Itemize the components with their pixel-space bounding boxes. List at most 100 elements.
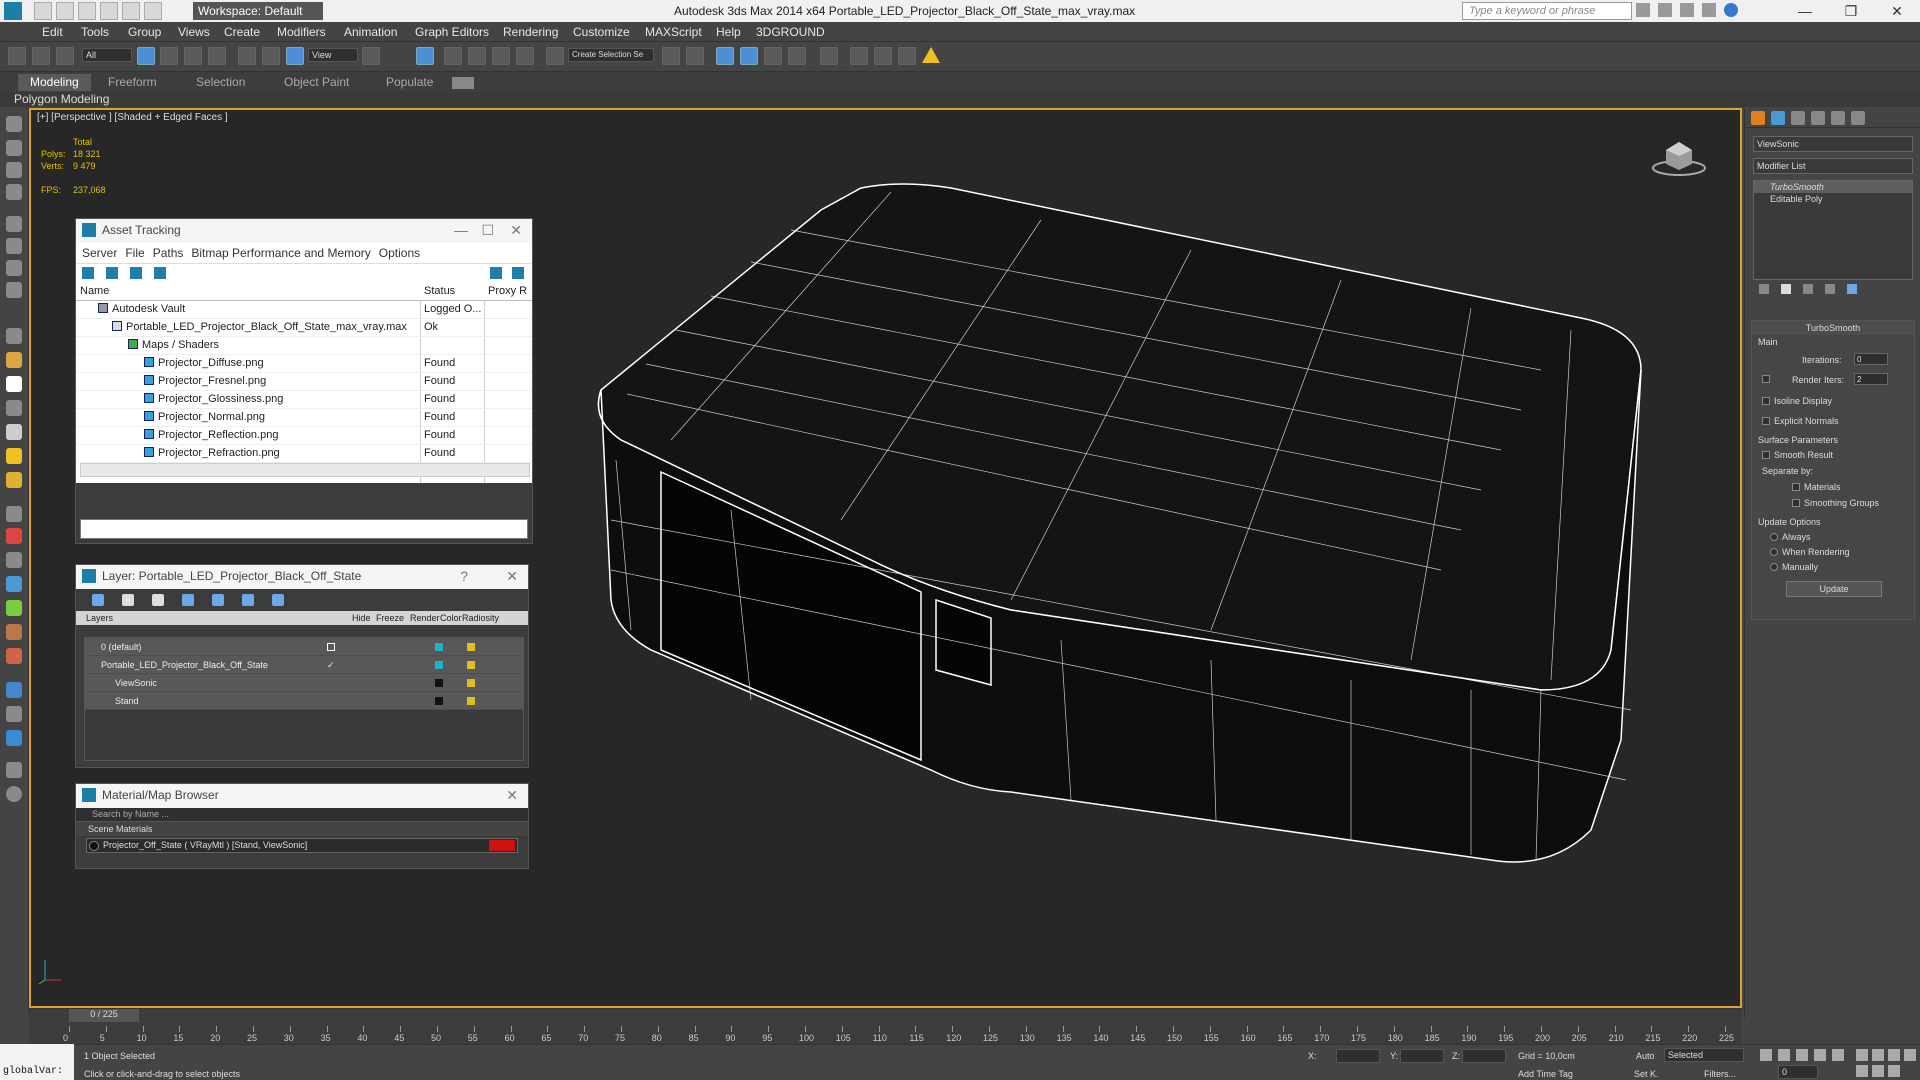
torus-icon[interactable] bbox=[6, 400, 22, 416]
project-folder-icon[interactable] bbox=[144, 2, 162, 20]
hierarchy-tab-icon[interactable] bbox=[1791, 111, 1805, 125]
help-icon[interactable] bbox=[1724, 3, 1738, 17]
table-view-icon[interactable] bbox=[130, 267, 142, 279]
layer-manager-icon[interactable] bbox=[740, 47, 758, 65]
menu-customize[interactable]: Customize bbox=[573, 25, 630, 39]
table-row[interactable]: Maps / Shaders bbox=[76, 337, 532, 355]
minimize-icon[interactable]: — bbox=[1782, 0, 1828, 22]
open-file-icon[interactable] bbox=[56, 2, 74, 20]
camera-icon[interactable] bbox=[6, 216, 22, 232]
compound-icon[interactable] bbox=[6, 552, 22, 568]
menu-server[interactable]: Server bbox=[82, 246, 117, 260]
scene-explorer-icon[interactable] bbox=[716, 47, 734, 65]
mirror-icon[interactable] bbox=[662, 47, 680, 65]
material-editor-icon[interactable] bbox=[820, 47, 838, 65]
motion-tab-icon[interactable] bbox=[1811, 111, 1825, 125]
make-unique-icon[interactable] bbox=[1803, 284, 1813, 294]
asset-tracking-titlebar[interactable]: Asset Tracking — ☐ ✕ bbox=[76, 219, 532, 243]
stack-item-turbosmooth[interactable]: TurboSmooth bbox=[1754, 181, 1912, 193]
layer-titlebar[interactable]: Layer: Portable_LED_Projector_Black_Off_… bbox=[76, 565, 528, 589]
freeze-all-icon[interactable] bbox=[272, 594, 284, 606]
render-iters-spinner[interactable]: 2 bbox=[1854, 373, 1888, 385]
window-crossing-icon[interactable] bbox=[208, 47, 226, 65]
settings-icon[interactable] bbox=[512, 267, 524, 279]
render-iters-checkbox[interactable] bbox=[1762, 375, 1770, 383]
configure-sets-icon[interactable] bbox=[1847, 284, 1857, 294]
menu-rendering[interactable]: Rendering bbox=[503, 25, 558, 39]
x-coordinate-field[interactable] bbox=[1336, 1049, 1380, 1063]
scene-materials-group[interactable]: Scene Materials bbox=[76, 822, 528, 836]
close-icon[interactable]: ✕ bbox=[1874, 0, 1920, 22]
track-bar[interactable]: 0 5 10 15 20 25 30 35 40 45 50 55 60 65 70 75 80 85 90 95 10… bbox=[29, 1022, 1742, 1044]
key-filter-dropdown[interactable]: Selected bbox=[1664, 1048, 1744, 1062]
table-row[interactable]: Projector_Diffuse.png Found bbox=[76, 355, 532, 373]
menu-file[interactable]: File bbox=[125, 246, 144, 260]
smooth-result-checkbox[interactable] bbox=[1762, 451, 1770, 459]
remove-modifier-icon[interactable] bbox=[1825, 284, 1835, 294]
render-setup-icon[interactable] bbox=[850, 47, 868, 65]
column-status[interactable]: Status bbox=[424, 283, 486, 300]
create-layer-icon[interactable] bbox=[92, 594, 104, 606]
render-production-icon[interactable] bbox=[898, 47, 916, 65]
close-icon[interactable]: ✕ bbox=[510, 222, 522, 239]
percent-snap-icon[interactable] bbox=[492, 47, 510, 65]
smoothing-groups-checkbox[interactable] bbox=[1792, 499, 1800, 507]
horizontal-scrollbar[interactable] bbox=[80, 463, 530, 477]
edit-named-sets-icon[interactable] bbox=[546, 47, 564, 65]
column-hide[interactable]: Hide bbox=[352, 613, 371, 623]
select-object-icon[interactable] bbox=[137, 47, 155, 65]
select-link-icon[interactable] bbox=[8, 47, 26, 65]
save-file-icon[interactable] bbox=[78, 2, 96, 20]
update-button[interactable]: Update bbox=[1786, 581, 1882, 597]
zoom-all-icon[interactable] bbox=[1872, 1049, 1884, 1061]
utilities-icon[interactable] bbox=[6, 786, 22, 802]
unlink-icon[interactable] bbox=[32, 47, 50, 65]
rollout-title[interactable]: TurboSmooth bbox=[1752, 321, 1914, 335]
maximize-icon[interactable]: ☐ bbox=[481, 222, 494, 239]
menu-bitmap-performance[interactable]: Bitmap Performance and Memory bbox=[191, 246, 370, 260]
isoline-checkbox[interactable] bbox=[1762, 397, 1770, 405]
column-proxy[interactable]: Proxy R bbox=[488, 283, 527, 300]
exchange-icon[interactable] bbox=[1680, 3, 1694, 17]
maximize-viewport-icon[interactable] bbox=[1888, 1065, 1900, 1077]
grid-view-icon[interactable] bbox=[154, 267, 166, 279]
rect-region-icon[interactable] bbox=[184, 47, 202, 65]
time-slider[interactable]: 0 / 225 bbox=[29, 1008, 1742, 1022]
y-coordinate-field[interactable] bbox=[1400, 1049, 1444, 1063]
brush-icon[interactable] bbox=[6, 260, 22, 276]
move-icon[interactable] bbox=[238, 47, 256, 65]
workspace-dropdown[interactable]: Workspace: Default bbox=[193, 2, 323, 20]
shape-icon[interactable] bbox=[6, 528, 22, 544]
materials-checkbox[interactable] bbox=[1792, 483, 1800, 491]
go-to-start-icon[interactable] bbox=[1760, 1049, 1772, 1061]
highlight-layer-icon[interactable] bbox=[212, 594, 224, 606]
refresh-icon[interactable] bbox=[82, 267, 94, 279]
tab-object-paint[interactable]: Object Paint bbox=[272, 74, 361, 91]
maxscript-listener[interactable]: globalVar: bbox=[0, 1044, 74, 1080]
foliage-icon[interactable] bbox=[6, 600, 22, 616]
hide-all-icon[interactable] bbox=[242, 594, 254, 606]
selection-filter-dropdown[interactable]: All bbox=[82, 48, 132, 62]
menu-options[interactable]: Options bbox=[379, 246, 420, 260]
material-item[interactable]: Projector_Off_State ( VRayMtl ) [Stand, … bbox=[86, 838, 518, 853]
door-icon[interactable] bbox=[6, 648, 22, 664]
close-icon[interactable]: ✕ bbox=[506, 787, 518, 804]
modifier-list-dropdown[interactable]: Modifier List bbox=[1753, 158, 1913, 174]
table-row[interactable]: Projector_Glossiness.png Found bbox=[76, 391, 532, 409]
layer-row[interactable]: Stand bbox=[85, 692, 523, 710]
current-frame-field[interactable]: 0 bbox=[1778, 1065, 1818, 1079]
layer-row[interactable]: Portable_LED_Projector_Black_Off_State ✓ bbox=[85, 656, 523, 674]
warning-icon[interactable] bbox=[922, 47, 940, 63]
new-file-icon[interactable] bbox=[34, 2, 52, 20]
key-filters-button[interactable]: Filters... bbox=[1704, 1069, 1736, 1079]
create-plane-icon[interactable] bbox=[6, 162, 22, 178]
ribbon-tool-icon[interactable] bbox=[6, 282, 22, 298]
ref-coord-dropdown[interactable]: View bbox=[308, 48, 358, 62]
cone-icon[interactable] bbox=[6, 424, 22, 440]
modify-tab-icon[interactable] bbox=[1771, 111, 1785, 125]
ribbon-subtitle[interactable]: Polygon Modeling bbox=[14, 92, 109, 106]
material-search-input[interactable]: Search by Name ... bbox=[76, 808, 528, 822]
align-icon[interactable] bbox=[686, 47, 704, 65]
add-time-tag[interactable]: Add Time Tag bbox=[1518, 1069, 1573, 1079]
table-row[interactable]: Projector_Fresnel.png Found bbox=[76, 373, 532, 391]
